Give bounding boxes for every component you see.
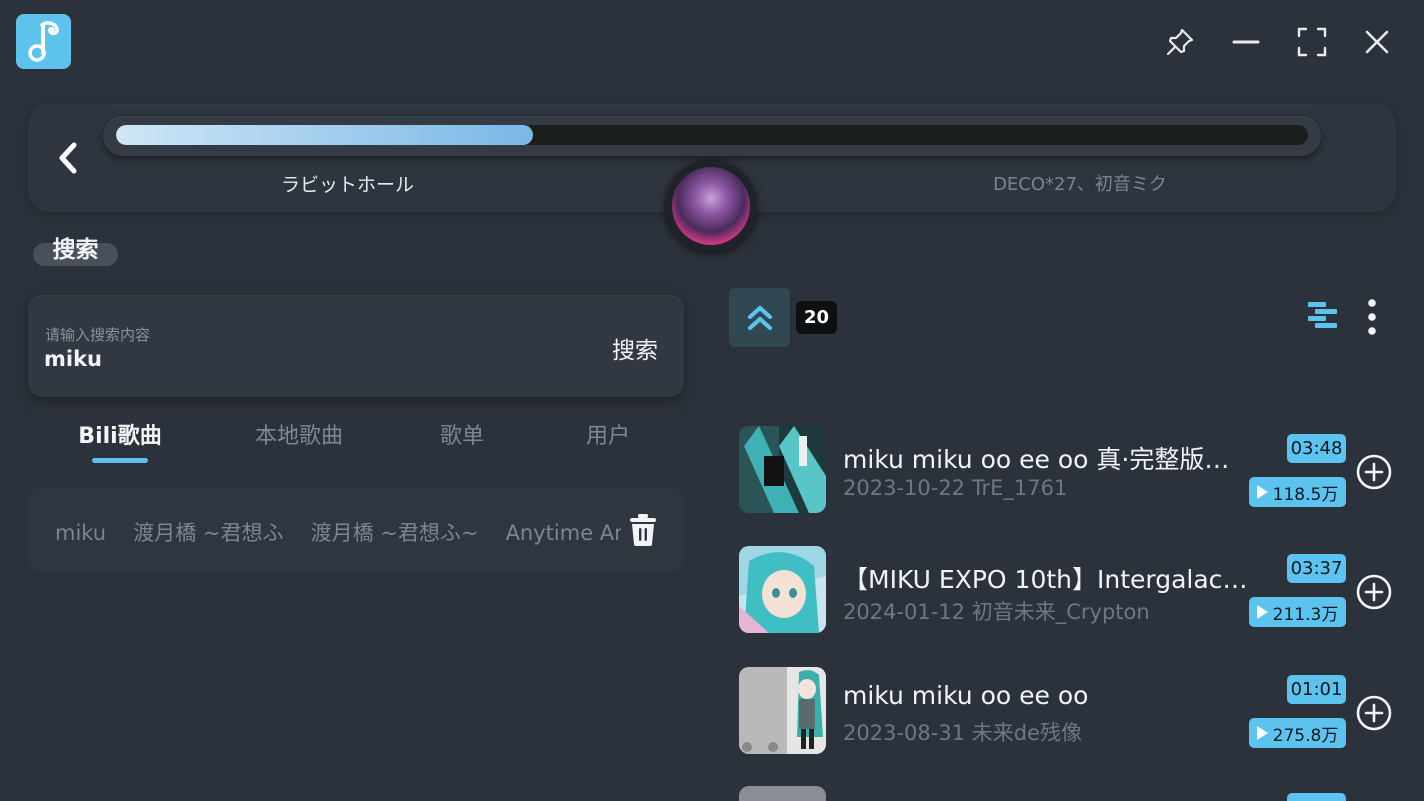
song-thumbnail [739, 667, 826, 754]
fullscreen-button[interactable] [1292, 22, 1332, 62]
search-input[interactable] [44, 347, 544, 371]
plus-circle-icon [1356, 454, 1392, 490]
minimize-icon [1232, 40, 1260, 44]
double-chevron-up-icon [747, 305, 772, 330]
song-meta: 2023-10-22 TrE_1761 [843, 476, 1068, 500]
close-button[interactable] [1357, 22, 1397, 62]
sort-lines-icon [1308, 302, 1337, 328]
add-to-playlist-button[interactable] [1355, 453, 1393, 491]
thumbnail-image [739, 426, 826, 513]
song-thumbnail [739, 786, 826, 801]
play-count-badge: 275.8万 [1249, 718, 1346, 748]
song-thumbnail [739, 426, 826, 513]
history-item[interactable]: miku [55, 521, 106, 545]
duration-badge: 03:48 [1287, 434, 1346, 463]
song-row[interactable]: miku miku oo ee oo 真·完整版（Jiarui Liu） 202… [738, 426, 1398, 516]
close-icon [1365, 30, 1389, 54]
play-icon [1256, 726, 1268, 740]
tab-users[interactable]: 用户 [574, 418, 642, 450]
progress-fill [116, 125, 534, 145]
history-item[interactable]: 渡月橋 ~君想ふ~ [311, 517, 479, 547]
song-thumbnail [739, 546, 826, 633]
search-input-label: 请输入搜索内容 [45, 326, 151, 344]
now-playing-title: ラビットホール [280, 174, 414, 196]
song-title: miku miku oo ee oo [843, 681, 1089, 710]
song-title: miku miku oo ee oo 真·完整版（Jiarui Liu） [843, 445, 1253, 474]
scroll-to-top-button[interactable] [729, 288, 790, 347]
result-count-badge: 20 [796, 301, 837, 334]
chevron-left-icon [59, 142, 77, 174]
album-cover-image [672, 167, 750, 245]
pin-icon [1166, 28, 1194, 56]
history-item[interactable]: Anytime Anywhere [506, 521, 621, 545]
play-count: 118.5万 [1272, 484, 1339, 505]
search-history-list: miku 渡月橋 ~君想ふ 渡月橋 ~君想ふ~ Anytime Anywhere [55, 517, 621, 547]
song-row[interactable]: 【MIKU EXPO 10th】Intergalactic Bound 2024… [738, 546, 1398, 636]
search-history: miku 渡月橋 ~君想ふ 渡月橋 ~君想ふ~ Anytime Anywhere [28, 487, 684, 573]
plus-circle-icon [1356, 695, 1392, 731]
plus-circle-icon [1356, 574, 1392, 610]
play-count: 211.3万 [1272, 604, 1339, 625]
progress-track [116, 125, 1308, 145]
song-meta: 2023-08-31 未来de残像 [843, 721, 1082, 745]
play-icon [1256, 485, 1268, 499]
pin-button[interactable] [1160, 22, 1200, 62]
active-tab-indicator [92, 458, 148, 463]
duration-badge [1287, 793, 1346, 801]
play-count-badge: 211.3万 [1249, 597, 1346, 627]
album-art[interactable] [665, 160, 757, 252]
search-button[interactable]: 搜索 [612, 331, 658, 365]
sort-button[interactable] [1303, 298, 1341, 336]
fullscreen-icon [1297, 27, 1327, 57]
more-options-button[interactable] [1358, 296, 1386, 338]
clear-history-button[interactable] [626, 511, 660, 549]
section-title: 搜索 [33, 232, 118, 266]
play-count: 275.8万 [1272, 725, 1339, 746]
back-button[interactable] [50, 140, 86, 176]
app-logo [16, 14, 71, 69]
trash-icon [630, 514, 656, 546]
song-title: 【MIKU EXPO 10th】Intergalactic Bound [843, 565, 1253, 594]
add-to-playlist-button[interactable] [1355, 694, 1393, 732]
add-to-playlist-button[interactable] [1355, 573, 1393, 611]
tab-playlists[interactable]: 歌单 [428, 418, 496, 450]
section-title-label: 搜索 [52, 237, 99, 263]
more-vertical-icon [1368, 299, 1376, 335]
duration-badge: 03:37 [1287, 554, 1346, 583]
thumbnail-image [739, 667, 826, 754]
song-row[interactable]: miku miku oo ee oo 2023-08-31 未来de残像 01:… [738, 667, 1398, 757]
search-box: 请输入搜索内容 搜索 [28, 295, 684, 397]
minimize-button[interactable] [1226, 22, 1266, 62]
tab-bili-songs[interactable]: Bili歌曲 [76, 418, 164, 450]
tab-local-songs[interactable]: 本地歌曲 [248, 418, 350, 450]
play-count-badge: 118.5万 [1249, 477, 1346, 507]
play-icon [1256, 605, 1268, 619]
history-item[interactable]: 渡月橋 ~君想ふ [133, 517, 283, 547]
progress-slider[interactable] [103, 116, 1321, 156]
song-meta: 2024-01-12 初音未来_Crypton [843, 600, 1150, 624]
now-playing-artist: DECO*27、初音ミク [993, 174, 1167, 195]
music-note-icon [27, 20, 59, 62]
thumbnail-image [739, 546, 826, 633]
duration-badge: 01:01 [1287, 675, 1346, 704]
search-tabs: Bili歌曲 本地歌曲 歌单 用户 [28, 418, 684, 468]
